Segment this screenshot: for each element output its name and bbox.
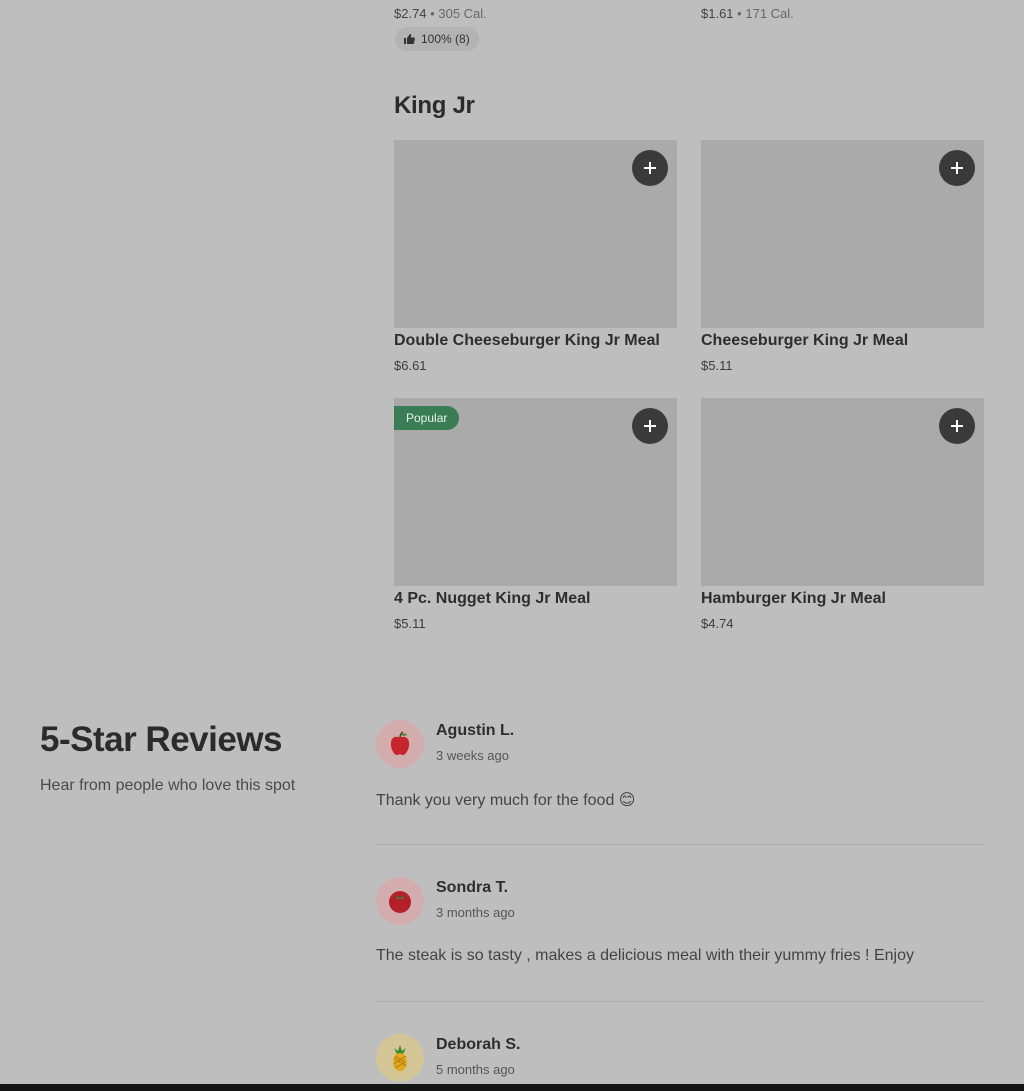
- plus-icon: [644, 162, 656, 174]
- plus-icon: [951, 162, 963, 174]
- reviews-subtitle: Hear from people who love this spot: [40, 777, 296, 794]
- reviews-title: 5-Star Reviews: [40, 720, 283, 759]
- add-item-button[interactable]: [632, 150, 668, 186]
- review-date: 5 months ago: [436, 1062, 515, 1077]
- avatar: [376, 877, 424, 925]
- menu-item-name: Double Cheeseburger King Jr Meal: [394, 332, 660, 349]
- avatar: [376, 720, 424, 768]
- menu-item-name: Hamburger King Jr Meal: [701, 590, 886, 607]
- top-item-2-calories: 171 Cal.: [745, 6, 794, 21]
- add-item-button[interactable]: [939, 408, 975, 444]
- top-item-1-price: $2.74: [394, 6, 427, 21]
- thumbs-up-icon: [403, 33, 415, 45]
- top-item-2-price: $1.61: [701, 6, 734, 21]
- menu-item-name: 4 Pc. Nugget King Jr Meal: [394, 590, 591, 607]
- bottom-bar: [0, 1084, 1024, 1091]
- menu-item-price: $5.11: [394, 616, 426, 631]
- top-item-1-calories: 305 Cal.: [438, 6, 487, 21]
- popular-badge: Popular: [394, 406, 460, 430]
- tomato-icon: [389, 891, 411, 913]
- menu-item-price: $5.11: [701, 358, 733, 373]
- add-item-button[interactable]: [632, 408, 668, 444]
- add-item-button[interactable]: [939, 150, 975, 186]
- top-item-2-meta: $1.61 • 171 Cal.: [701, 6, 794, 21]
- apple-icon: [390, 731, 410, 755]
- reviewer-name: Sondra T.: [436, 879, 509, 896]
- rating-pill: 100% (8): [395, 27, 479, 51]
- reviewer-name: Deborah S.: [436, 1036, 521, 1053]
- menu-item-price: $6.61: [394, 358, 427, 373]
- top-item-1-meta: $2.74 • 305 Cal.: [394, 6, 487, 21]
- divider: [376, 1001, 984, 1002]
- plus-icon: [644, 420, 656, 432]
- pineapple-icon: [393, 1045, 407, 1071]
- section-title: King Jr: [394, 92, 475, 119]
- menu-item-price: $4.74: [701, 616, 734, 631]
- review-date: 3 weeks ago: [436, 748, 509, 763]
- divider: [376, 844, 984, 845]
- menu-item-name: Cheeseburger King Jr Meal: [701, 332, 909, 349]
- review-text: The steak is so tasty , makes a deliciou…: [376, 947, 914, 964]
- avatar: [376, 1034, 424, 1082]
- separator-dot: •: [737, 6, 742, 21]
- plus-icon: [951, 420, 963, 432]
- review-text: Thank you very much for the food 😊: [376, 792, 636, 809]
- review-date: 3 months ago: [436, 905, 515, 920]
- separator-dot: •: [430, 6, 435, 21]
- rating-text: 100% (8): [421, 32, 470, 46]
- reviewer-name: Agustin L.: [436, 722, 515, 739]
